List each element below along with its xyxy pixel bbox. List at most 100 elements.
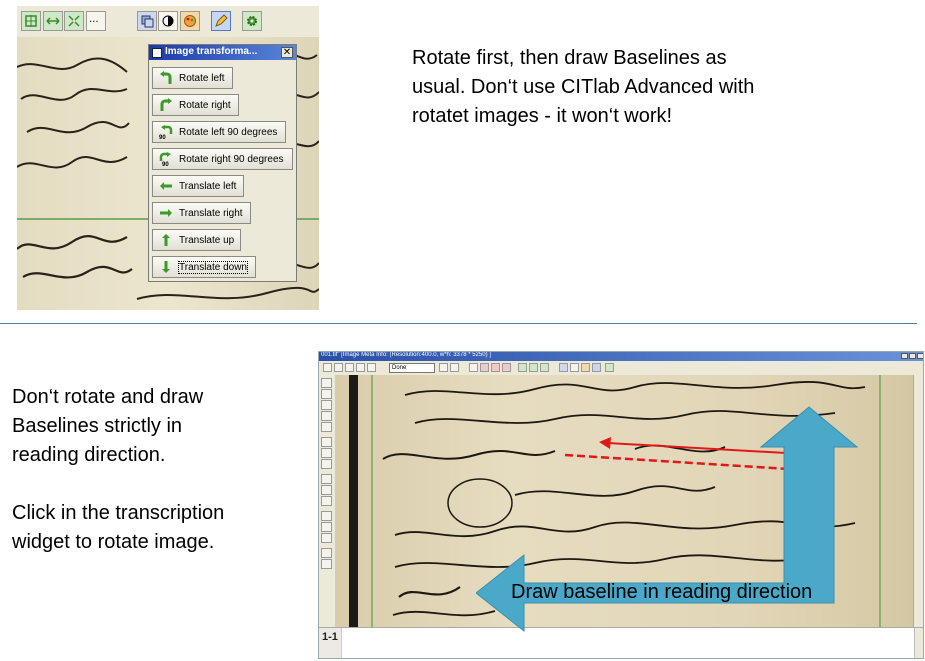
color-button[interactable] xyxy=(581,363,590,372)
contrast-button[interactable] xyxy=(570,363,579,372)
tool-button[interactable] xyxy=(321,459,332,469)
arrow-left-icon xyxy=(160,182,172,190)
tool-button[interactable] xyxy=(321,400,332,410)
rotate-left-label: Rotate left xyxy=(179,73,225,84)
note-line: reading direction. xyxy=(12,444,166,466)
rotate-left-90-button[interactable]: 90 Rotate left 90 degrees xyxy=(152,121,286,143)
arrow-up-icon xyxy=(162,234,170,246)
fit-width-button[interactable] xyxy=(43,11,63,31)
vertical-scrollbar[interactable] xyxy=(913,375,923,627)
translate-left-button[interactable]: Translate left xyxy=(152,175,244,197)
tool-button[interactable] xyxy=(321,448,332,458)
translate-up-button[interactable]: Translate up xyxy=(152,229,241,251)
translate-down-button[interactable]: Translate down xyxy=(152,256,256,278)
transcription-widget-note: Click in the transcription widget to rot… xyxy=(12,499,224,557)
tool-button[interactable] xyxy=(321,533,332,543)
page-binding xyxy=(349,375,358,627)
layers-button[interactable] xyxy=(137,11,157,31)
more-button[interactable]: ... xyxy=(86,11,106,31)
tool-button[interactable] xyxy=(321,389,332,399)
tool-button[interactable] xyxy=(321,559,332,569)
zoom-out-button[interactable] xyxy=(491,363,500,372)
save-button[interactable] xyxy=(356,363,365,372)
transcription-scrollbar[interactable] xyxy=(914,628,923,658)
rotate-right-icon xyxy=(160,98,172,111)
zoom-button[interactable] xyxy=(502,363,511,372)
image-transform-screenshot: ... Image transforma... ✕ Rotate left Ro… xyxy=(17,6,319,310)
tool-button[interactable] xyxy=(321,485,332,495)
tool-button[interactable] xyxy=(321,548,332,558)
rotate-right-90-button[interactable]: 90 Rotate right 90 degrees xyxy=(152,148,293,170)
window-icon xyxy=(152,48,162,58)
rotate-right-label: Rotate right xyxy=(179,100,231,111)
tool-button[interactable] xyxy=(450,363,459,372)
image-transform-button[interactable] xyxy=(592,363,601,372)
rotate-left-button[interactable]: Rotate left xyxy=(152,67,233,89)
color-button[interactable] xyxy=(180,11,200,31)
gear-icon xyxy=(247,16,257,26)
tool-button[interactable] xyxy=(321,496,332,506)
image-transform-button[interactable] xyxy=(211,11,231,31)
reload-button[interactable] xyxy=(345,363,354,372)
rotate-left-90-icon: 90 xyxy=(159,125,173,139)
palette-icon xyxy=(184,15,196,27)
rotate-right-90-icon: 90 xyxy=(159,152,171,166)
maximize-button[interactable] xyxy=(909,353,916,359)
fit-width-button[interactable] xyxy=(529,363,538,372)
tool-button[interactable] xyxy=(321,422,332,432)
dialog-close-button[interactable]: ✕ xyxy=(281,47,293,58)
tool-button[interactable] xyxy=(321,522,332,532)
window-titlebar: 001.tif" [Image Meta Info: (Resolution:4… xyxy=(319,352,923,361)
toolbar: ... xyxy=(17,6,319,38)
prev-page-button[interactable] xyxy=(323,363,332,372)
fit-width-icon xyxy=(46,17,60,25)
translate-up-label: Translate up xyxy=(179,235,235,246)
rotate-left-90-badge: 90 xyxy=(159,135,166,139)
tool-button[interactable] xyxy=(321,437,332,447)
fit-page-button[interactable] xyxy=(21,11,41,31)
plugin-button[interactable] xyxy=(242,11,262,31)
note-line: Don‘t rotate and draw xyxy=(12,386,204,408)
status-select[interactable]: Done xyxy=(389,363,435,373)
line-number-label: 1-1 xyxy=(322,631,338,643)
pencil-icon xyxy=(215,14,228,27)
tool-button[interactable] xyxy=(439,363,448,372)
dialog-title: Image transforma... xyxy=(165,46,258,57)
save-as-button[interactable] xyxy=(367,363,376,372)
zoom-in-button[interactable] xyxy=(480,363,489,372)
tool-button[interactable] xyxy=(469,363,478,372)
minimize-button[interactable] xyxy=(901,353,908,359)
rotate-left-icon xyxy=(160,71,172,84)
plugin-button[interactable] xyxy=(605,363,614,372)
rotate-right-90-badge: 90 xyxy=(162,162,169,166)
rotate-right-button[interactable]: Rotate right xyxy=(152,94,239,116)
tool-button[interactable] xyxy=(321,511,332,521)
layers-icon xyxy=(141,15,154,28)
next-page-button[interactable] xyxy=(334,363,343,372)
fit-page-button[interactable] xyxy=(518,363,527,372)
note-line: widget to rotate image. xyxy=(12,531,215,553)
layers-button[interactable] xyxy=(559,363,568,372)
tool-button[interactable] xyxy=(321,411,332,421)
arrow-down-icon xyxy=(162,261,170,273)
tool-button[interactable] xyxy=(321,378,332,388)
arrow-right-icon xyxy=(160,209,172,217)
rotate-first-note: Rotate first, then draw Baselines as usu… xyxy=(412,44,754,131)
window-title: 001.tif" [Image Meta Info: (Resolution:4… xyxy=(321,352,491,358)
fit-height-button[interactable] xyxy=(540,363,549,372)
translate-right-button[interactable]: Translate right xyxy=(152,202,251,224)
close-button[interactable] xyxy=(917,353,923,359)
section-divider xyxy=(0,323,917,324)
toolbar: Done xyxy=(319,361,923,376)
translate-right-label: Translate right xyxy=(179,208,243,219)
reading-direction-note: Don‘t rotate and draw Baselines strictly… xyxy=(12,383,203,470)
arrow-label: Draw baseline in reading direction xyxy=(511,581,813,603)
rotate-right-90-label: Rotate right 90 degrees xyxy=(179,154,284,165)
note-line: rotatet images - it won‘t work! xyxy=(412,105,673,127)
contrast-button[interactable] xyxy=(158,11,178,31)
note-line: Rotate first, then draw Baselines as xyxy=(412,47,727,69)
note-line: Click in the transcription xyxy=(12,502,225,524)
contrast-icon xyxy=(162,15,174,27)
tool-button[interactable] xyxy=(321,474,332,484)
fit-height-button[interactable] xyxy=(64,11,84,31)
